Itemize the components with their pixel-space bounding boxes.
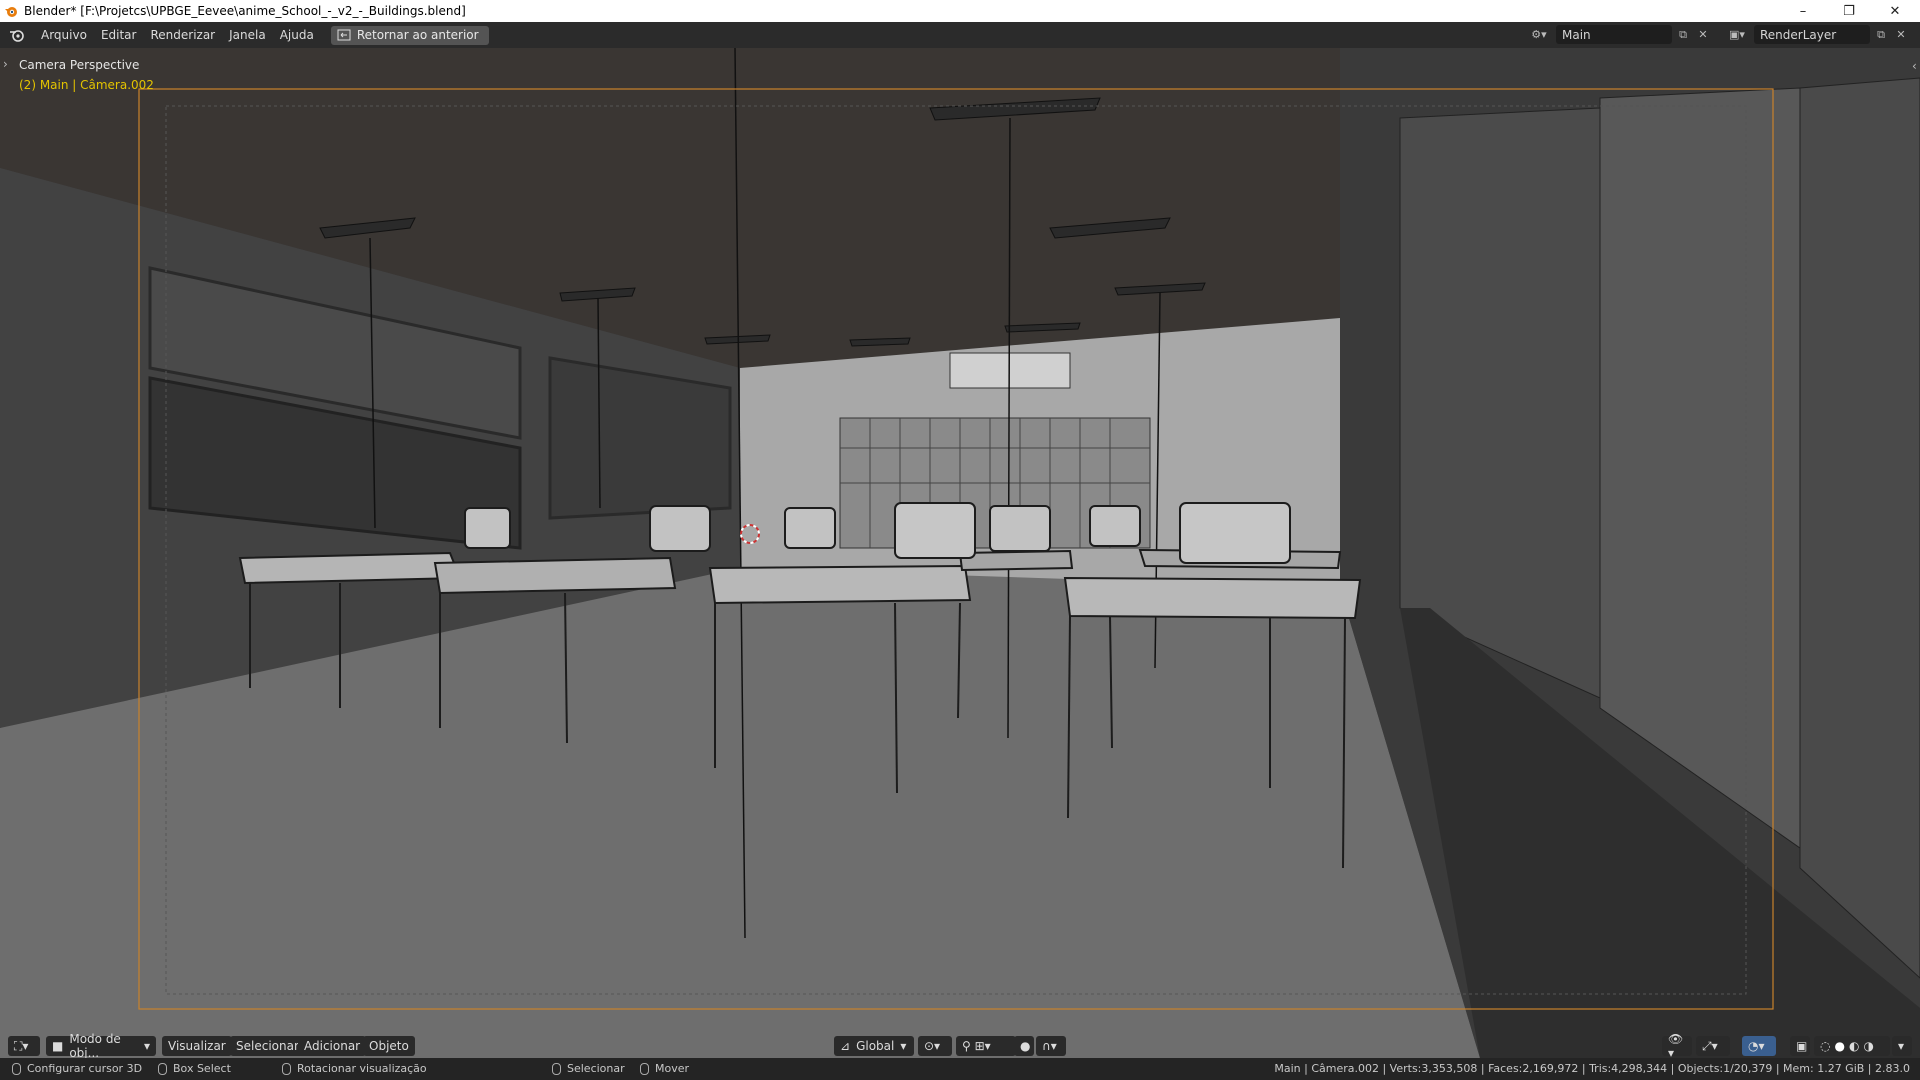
- menu-visualizar[interactable]: Visualizar: [162, 1036, 232, 1056]
- mouse-right-icon: [282, 1062, 291, 1075]
- shading-options-icon[interactable]: ▾: [1892, 1036, 1912, 1056]
- status-hint: Box Select: [158, 1062, 231, 1075]
- chevron-down-icon: ▾: [900, 1039, 907, 1053]
- delete-viewlayer-icon[interactable]: ✕: [1892, 25, 1910, 44]
- mouse-left-icon: [12, 1062, 21, 1075]
- svg-text:›: ›: [3, 57, 8, 71]
- menu-janela[interactable]: Janela: [222, 28, 273, 42]
- object-mode-icon: ■: [52, 1039, 64, 1053]
- menu-objeto[interactable]: Objeto: [363, 1036, 415, 1056]
- window-titlebar: Blender* [F:\Projetcs\UPBGE_Eevee\anime_…: [0, 0, 1920, 22]
- wireframe-shading-icon[interactable]: ◌: [1820, 1039, 1830, 1053]
- back-screen-icon: [337, 29, 351, 41]
- 3d-viewport[interactable]: › ‹ Camera Perspective (2) Main | Câmera…: [0, 48, 1920, 1058]
- status-bar: Configurar cursor 3D Box Select Rotacion…: [0, 1058, 1920, 1080]
- blender-menu-icon[interactable]: [8, 26, 26, 44]
- status-hint-label: Rotacionar visualização: [297, 1062, 427, 1075]
- new-viewlayer-icon[interactable]: ⧉: [1872, 25, 1890, 44]
- back-button-label: Retornar ao anterior: [356, 28, 479, 42]
- minimize-button[interactable]: –: [1780, 0, 1826, 22]
- scene-browse-icon[interactable]: ⚙▾: [1524, 25, 1554, 44]
- blender-logo-icon: [5, 7, 17, 17]
- menu-editar[interactable]: Editar: [94, 28, 144, 42]
- menu-ajuda[interactable]: Ajuda: [273, 28, 321, 42]
- material-shading-icon[interactable]: ◐: [1849, 1039, 1859, 1053]
- menu-renderizar[interactable]: Renderizar: [143, 28, 222, 42]
- transform-orientation-selector[interactable]: ⊿ Global ▾: [834, 1036, 914, 1056]
- 3d-view-editor-icon: ⛶▾: [14, 1038, 29, 1053]
- scene-name-field[interactable]: Main: [1556, 25, 1672, 44]
- close-window-button[interactable]: ✕: [1872, 0, 1918, 22]
- menu-arquivo[interactable]: Arquivo: [34, 28, 94, 42]
- menu-selecionar[interactable]: Selecionar: [230, 1036, 305, 1056]
- maximize-button[interactable]: ❐: [1826, 0, 1872, 22]
- viewlayer-browse-icon[interactable]: ▣▾: [1722, 25, 1752, 44]
- mode-selector[interactable]: ■ Modo de obj... ▾: [46, 1032, 156, 1060]
- menu-adicionar[interactable]: Adicionar: [298, 1036, 367, 1056]
- status-hint-label: Selecionar: [567, 1062, 625, 1075]
- new-scene-icon[interactable]: ⧉: [1674, 25, 1692, 44]
- solid-shading-icon[interactable]: ●: [1834, 1039, 1844, 1053]
- falloff-icon[interactable]: ∩▾: [1036, 1036, 1066, 1056]
- xray-icon[interactable]: ▣: [1790, 1036, 1810, 1056]
- status-hint-label: Box Select: [173, 1062, 231, 1075]
- delete-scene-icon[interactable]: ✕: [1694, 25, 1712, 44]
- chevron-down-icon: ▾: [143, 1039, 150, 1053]
- proportional-edit-icon[interactable]: ●: [1014, 1036, 1034, 1056]
- camera-object-label: (2) Main | Câmera.002: [19, 78, 154, 92]
- editor-type-button[interactable]: ⛶▾: [8, 1036, 40, 1056]
- visibility-icon[interactable]: 👁▾: [1662, 1032, 1692, 1060]
- status-hint-label: Mover: [655, 1062, 690, 1075]
- scene-statistics: Main | Câmera.002 | Verts:3,353,508 | Fa…: [1274, 1062, 1910, 1075]
- orientation-axis-icon: ⊿: [840, 1039, 851, 1053]
- viewlayer-name-field[interactable]: RenderLayer: [1754, 25, 1870, 44]
- mode-label: Modo de obj...: [69, 1032, 121, 1060]
- status-hint: Configurar cursor 3D: [12, 1062, 142, 1075]
- status-hint-label: Configurar cursor 3D: [27, 1062, 143, 1075]
- svg-text:‹: ‹: [1912, 59, 1917, 73]
- rendered-shading-icon[interactable]: ◑: [1863, 1039, 1873, 1053]
- shading-modes[interactable]: ◌ ● ◐ ◑: [1814, 1036, 1890, 1056]
- orientation-label: Global: [856, 1039, 895, 1053]
- mouse-middle-icon: [158, 1062, 167, 1075]
- snap-icon[interactable]: ⚲ ⊞▾: [956, 1036, 1016, 1056]
- status-hint: Rotacionar visualização: [282, 1062, 427, 1075]
- view-layer-name: RenderLayer: [1760, 27, 1837, 42]
- pivot-point-icon[interactable]: ⊙▾: [918, 1036, 952, 1056]
- status-hint: Mover: [640, 1062, 689, 1075]
- back-to-previous-button[interactable]: Retornar ao anterior: [330, 25, 489, 45]
- gizmo-icon[interactable]: ⤢▾: [1696, 1036, 1730, 1056]
- mouse-right-icon: [640, 1062, 649, 1075]
- scene-name: Main: [1562, 27, 1591, 42]
- overlays-icon[interactable]: ◔▾: [1742, 1036, 1776, 1056]
- status-hint: Selecionar: [552, 1062, 625, 1075]
- classroom-scene: › ‹: [0, 48, 1920, 1058]
- window-title: Blender* [F:\Projetcs\UPBGE_Eevee\anime_…: [24, 4, 466, 18]
- mouse-left-icon: [552, 1062, 561, 1075]
- camera-perspective-label: Camera Perspective: [19, 58, 140, 72]
